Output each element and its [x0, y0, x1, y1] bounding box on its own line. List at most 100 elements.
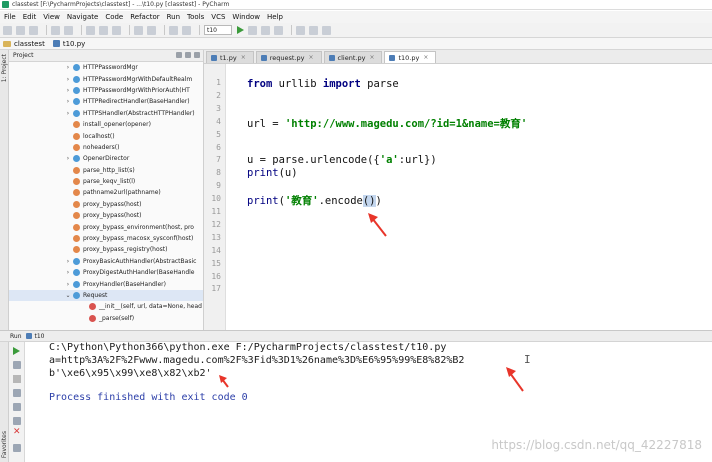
replace-icon[interactable]: [147, 25, 156, 35]
stop-icon[interactable]: [13, 375, 21, 383]
breadcrumb-project[interactable]: classtest: [3, 40, 45, 48]
tree-item[interactable]: › HTTPPasswordMgr: [9, 62, 203, 73]
stop-icon[interactable]: [274, 25, 283, 35]
save-icon[interactable]: [16, 25, 25, 35]
console-command: C:\Python\Python366\python.exe F:/Pychar…: [49, 342, 447, 353]
project-panel: Project › HTTPPasswordMgr › HTTPPasswordMgr…: [9, 50, 204, 330]
tree-item[interactable]: › ProxyHandler(BaseHandler): [9, 278, 203, 289]
tree-item[interactable]: › ProxyDigestAuthHandler(BaseHandle: [9, 267, 203, 278]
coverage-icon[interactable]: [261, 25, 270, 35]
expand-arrow-icon[interactable]: ›: [65, 64, 71, 71]
open-folder-icon[interactable]: [3, 25, 12, 35]
menu-tools[interactable]: Tools: [187, 13, 204, 21]
tree-item[interactable]: › HTTPRedirectHandler(BaseHandler): [9, 96, 203, 107]
tree-item[interactable]: localhost(): [9, 130, 203, 141]
favorites-tool-window-button[interactable]: Favorites: [1, 431, 8, 458]
line-number: 2: [216, 90, 221, 100]
run-config-select[interactable]: t10: [204, 25, 232, 35]
tab-client[interactable]: client.py ×: [323, 51, 383, 63]
tab-request[interactable]: request.py ×: [255, 51, 322, 63]
tree-item[interactable]: __init__(self, url, data=None, head: [9, 301, 203, 312]
cut-icon[interactable]: [86, 25, 95, 35]
expand-arrow-icon[interactable]: ›: [65, 155, 71, 162]
tab-label: t1.py: [220, 53, 237, 62]
help-icon[interactable]: [13, 444, 21, 452]
menu-refactor[interactable]: Refactor: [130, 13, 159, 21]
undo-icon[interactable]: [51, 25, 60, 35]
expand-arrow-icon[interactable]: ›: [65, 269, 71, 276]
debug-icon[interactable]: [248, 25, 257, 35]
structure-icon[interactable]: [309, 25, 318, 35]
tree-item[interactable]: parse_http_list(s): [9, 165, 203, 176]
tree-item[interactable]: › ProxyBasicAuthHandler(AbstractBasic: [9, 256, 203, 267]
back-icon[interactable]: [169, 25, 178, 35]
settings-icon[interactable]: [296, 25, 305, 35]
tree-item[interactable]: proxy_bypass_macosx_sysconf(host): [9, 233, 203, 244]
rerun-icon[interactable]: [13, 347, 20, 355]
collapse-all-icon[interactable]: [176, 52, 182, 58]
menu-file[interactable]: File: [4, 13, 16, 21]
tree-item[interactable]: › HTTPSHandler(AbstractHTTPHandler): [9, 108, 203, 119]
scroll-up-icon[interactable]: [13, 361, 21, 369]
find-icon[interactable]: [134, 25, 143, 35]
close-icon[interactable]: ×: [241, 54, 246, 61]
tab-t10[interactable]: t10.py ×: [384, 51, 437, 63]
menu-view[interactable]: View: [43, 13, 60, 21]
close-icon[interactable]: ×: [309, 54, 314, 61]
expand-arrow-icon[interactable]: ›: [65, 281, 71, 288]
tree-item[interactable]: › HTTPPasswordMgrWithDefaultRealm: [9, 73, 203, 84]
expand-arrow-icon[interactable]: ›: [65, 110, 71, 117]
code-editor[interactable]: from urllib import parse url = 'http://w…: [226, 64, 712, 330]
project-tool-window-button[interactable]: 1: Project: [1, 54, 8, 82]
copy-icon[interactable]: [99, 25, 108, 35]
tree-item-label: HTTPSHandler(AbstractHTTPHandler): [83, 109, 195, 117]
pin-icon[interactable]: [13, 417, 21, 425]
expand-arrow-icon[interactable]: ›: [65, 98, 71, 105]
tree-item[interactable]: proxy_bypass(host): [9, 210, 203, 221]
gear-icon[interactable]: [185, 52, 191, 58]
expand-arrow-icon[interactable]: ⌄: [65, 292, 71, 299]
menu-help[interactable]: Help: [267, 13, 283, 21]
run-config-tab[interactable]: t10: [35, 333, 45, 340]
expand-arrow-icon[interactable]: ›: [65, 76, 71, 83]
close-icon[interactable]: ✕: [13, 428, 21, 437]
tree-item[interactable]: › HTTPPasswordMgrWithPriorAuth(HT: [9, 85, 203, 96]
menu-navigate[interactable]: Navigate: [67, 13, 98, 21]
pause-icon[interactable]: [13, 389, 21, 397]
paste-icon[interactable]: [112, 25, 121, 35]
tree-item[interactable]: ⌄ Request: [9, 289, 203, 302]
tree-item[interactable]: _parse(self): [9, 313, 203, 324]
expand-arrow-icon[interactable]: ›: [65, 258, 71, 265]
close-icon[interactable]: ×: [369, 54, 374, 61]
tree-item[interactable]: pathname2url(pathname): [9, 187, 203, 198]
tree-item[interactable]: proxy_bypass(host): [9, 199, 203, 210]
tree-item[interactable]: › OpenerDirector: [9, 153, 203, 164]
tree-item[interactable]: install_opener(opener): [9, 119, 203, 130]
forward-icon[interactable]: [182, 25, 191, 35]
tab-t1[interactable]: t1.py ×: [206, 51, 254, 63]
menu-code[interactable]: Code: [105, 13, 123, 21]
run-icon[interactable]: [237, 26, 244, 34]
tree-item-label: parse_http_list(s): [83, 166, 135, 174]
breadcrumb-file[interactable]: t10.py: [52, 40, 85, 48]
tree-item-label: ProxyBasicAuthHandler(AbstractBasic: [83, 257, 197, 265]
run-panel-title: Run: [10, 332, 22, 340]
tree-item[interactable]: noheaders(): [9, 142, 203, 153]
menu-edit[interactable]: Edit: [23, 13, 37, 21]
expand-arrow-icon[interactable]: ›: [65, 87, 71, 94]
close-icon[interactable]: ×: [423, 54, 428, 61]
tree-item[interactable]: parse_keqv_list(l): [9, 176, 203, 187]
sync-icon[interactable]: [29, 25, 38, 35]
help-icon[interactable]: [322, 25, 331, 35]
tree-item[interactable]: proxy_bypass_environment(host, pro: [9, 221, 203, 232]
menu-vcs[interactable]: VCS: [211, 13, 225, 21]
menu-window[interactable]: Window: [232, 13, 260, 21]
tree-item[interactable]: proxy_bypass_registry(host): [9, 244, 203, 255]
project-panel-title[interactable]: Project: [13, 52, 34, 59]
hide-icon[interactable]: [194, 52, 200, 58]
redo-icon[interactable]: [64, 25, 73, 35]
menu-run[interactable]: Run: [167, 13, 180, 21]
function-icon: [73, 223, 80, 231]
tree-item-label: Request: [83, 292, 108, 299]
soft-wrap-icon[interactable]: [13, 403, 21, 411]
